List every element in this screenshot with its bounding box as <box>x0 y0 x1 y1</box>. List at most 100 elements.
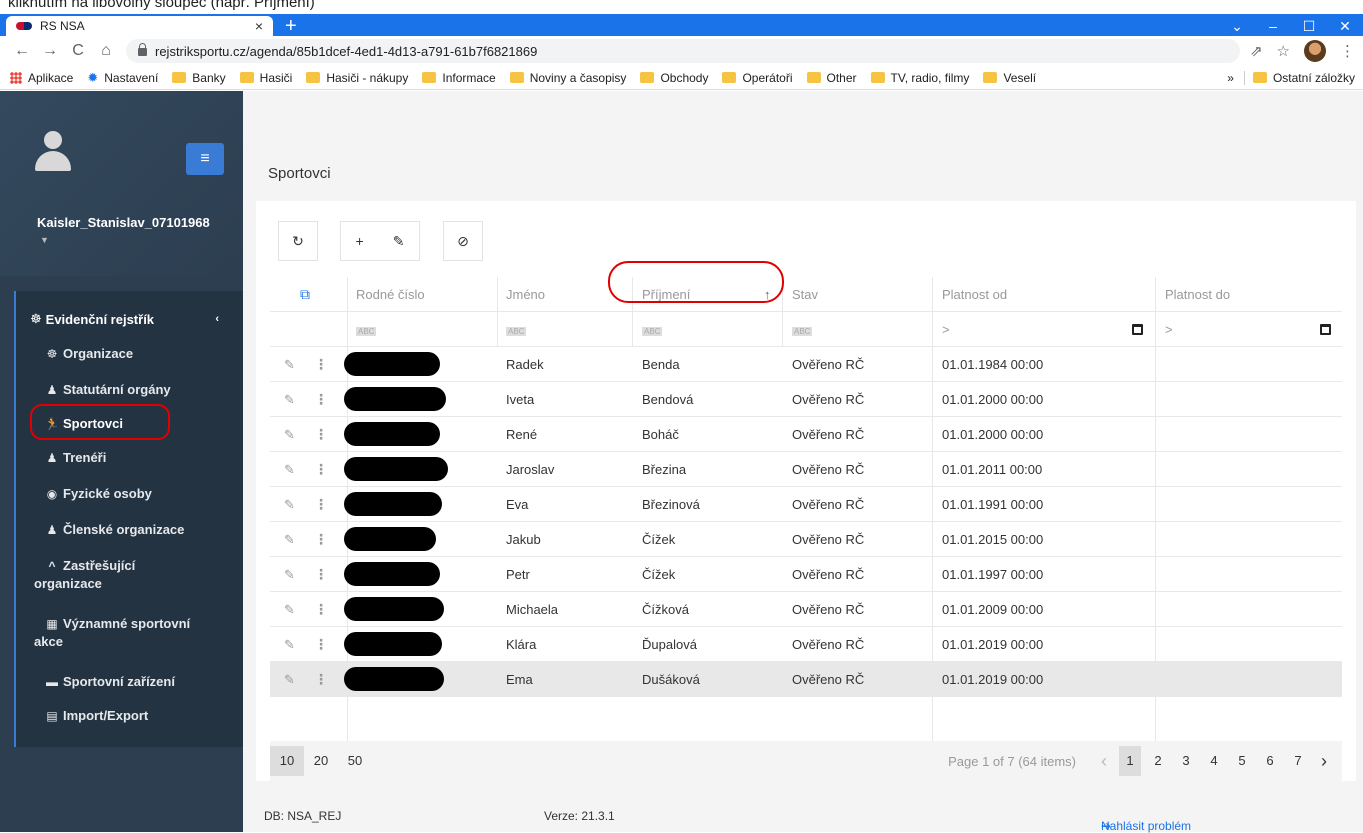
sidebar-item-clenske-organizace[interactable]: ♟ Členské organizace <box>44 521 234 539</box>
column-header-platnost-do[interactable]: Platnost do <box>1165 277 1230 312</box>
browser-tab[interactable]: RS NSA × <box>6 16 273 36</box>
sidebar-item-sportovni-zarizeni[interactable]: ▬ Sportovní zařízení <box>44 673 234 691</box>
row-menu-icon[interactable]: ⋮ <box>314 452 328 487</box>
bookmark-folder[interactable]: Veselí <box>983 71 1036 85</box>
add-icon[interactable]: + <box>356 233 364 249</box>
edit-pencil-icon[interactable]: ✎ <box>284 557 295 592</box>
table-row[interactable]: ✎ ⋮ Jakub Čížek Ověřeno RČ 01.01.2015 00:00 <box>270 522 1342 557</box>
row-menu-icon[interactable]: ⋮ <box>314 662 328 697</box>
bookmark-folder[interactable]: Noviny a časopisy <box>509 71 626 85</box>
star-icon[interactable]: ☆ <box>1277 42 1290 60</box>
page-4[interactable]: 4 <box>1203 746 1225 776</box>
column-header-stav[interactable]: Stav <box>792 277 818 312</box>
bookmark-folder[interactable]: Operátoři <box>722 71 793 85</box>
column-chooser-icon[interactable]: ⧉ <box>300 277 310 312</box>
hamburger-menu-button[interactable]: ≡ <box>186 143 224 175</box>
profile-avatar-icon[interactable] <box>1304 40 1326 62</box>
table-row[interactable]: ✎ ⋮ Iveta Bendová Ověřeno RČ 01.01.2000 00:00 <box>270 382 1342 417</box>
bookmark-apps[interactable]: Aplikace <box>10 71 73 85</box>
page-1[interactable]: 1 <box>1119 746 1141 776</box>
menu-dots-icon[interactable]: ⋮ <box>1340 42 1355 60</box>
column-header-jmeno[interactable]: Jméno <box>506 277 545 312</box>
row-menu-icon[interactable]: ⋮ <box>314 592 328 627</box>
row-menu-icon[interactable]: ⋮ <box>314 627 328 662</box>
edit-pencil-icon[interactable]: ✎ <box>284 627 295 662</box>
bookmark-folder[interactable]: Other <box>806 71 857 85</box>
page-size-10[interactable]: 10 <box>270 746 304 776</box>
edit-pencil-icon[interactable]: ✎ <box>284 417 295 452</box>
filter-stav[interactable]: ABC <box>792 312 813 347</box>
page-size-20[interactable]: 20 <box>304 746 338 776</box>
calendar-icon[interactable] <box>1132 312 1143 347</box>
table-row[interactable]: ✎ ⋮ Petr Čížek Ověřeno RČ 01.01.1997 00:00 <box>270 557 1342 592</box>
row-menu-icon[interactable]: ⋮ <box>314 522 328 557</box>
close-tab-icon[interactable]: × <box>255 18 263 34</box>
next-page-icon[interactable]: › <box>1312 751 1336 772</box>
edit-pencil-icon[interactable]: ✎ <box>284 347 295 382</box>
table-row[interactable]: ✎ ⋮ Michaela Čížková Ověřeno RČ 01.01.2009 00… <box>270 592 1342 627</box>
bookmark-folder[interactable]: Hasiči - nákupy <box>306 71 408 85</box>
column-header-platnost-od[interactable]: Platnost od <box>942 277 1007 312</box>
new-tab-button[interactable]: + <box>285 16 297 36</box>
filter-jmeno[interactable]: ABC <box>506 312 527 347</box>
sidebar-item-treneri[interactable]: ♟ Trenéři <box>44 449 234 467</box>
sidebar-item-zastresujici-organizace[interactable]: ^ Zastřešující organizace <box>34 557 234 593</box>
minimize-icon[interactable]: – <box>1255 14 1291 36</box>
bookmark-folder[interactable]: Hasiči <box>239 71 292 85</box>
page-3[interactable]: 3 <box>1175 746 1197 776</box>
caret-down-icon[interactable]: ▼ <box>40 235 49 245</box>
page-5[interactable]: 5 <box>1231 746 1253 776</box>
edit-pencil-icon[interactable]: ✎ <box>284 487 295 522</box>
bookmark-settings[interactable]: ✹ Nastavení <box>87 70 158 86</box>
sidebar-item-organizace[interactable]: ☸ Organizace <box>44 345 234 363</box>
table-row[interactable]: ✎ ⋮ Jaroslav Březina Ověřeno RČ 01.01.2011 00… <box>270 452 1342 487</box>
bookmark-folder[interactable]: Informace <box>422 71 496 85</box>
bookmark-folder[interactable]: Banky <box>172 71 226 85</box>
edit-pencil-icon[interactable]: ✎ <box>284 452 295 487</box>
user-name[interactable]: Kaisler_Stanislav_07101968 <box>37 215 210 230</box>
bookmark-other[interactable]: Ostatní záložky <box>1252 71 1355 85</box>
table-row[interactable]: ✎ ⋮ Radek Benda Ověřeno RČ 01.01.1984 00:00 <box>270 347 1342 382</box>
prev-page-icon[interactable]: ‹ <box>1092 751 1116 772</box>
table-row[interactable]: ✎ ⋮ Ema Dušáková Ověřeno RČ 01.01.2019 00:00 <box>270 662 1342 697</box>
close-window-icon[interactable]: ✕ <box>1327 14 1363 36</box>
filter-rodne-cislo[interactable]: ABC <box>356 312 377 347</box>
sidebar-item-fyzicke-osoby[interactable]: ◉ Fyzické osoby <box>44 485 234 503</box>
refresh-button[interactable]: ↻ <box>278 221 318 261</box>
page-7[interactable]: 7 <box>1287 746 1309 776</box>
edit-pencil-icon[interactable]: ✎ <box>284 662 295 697</box>
row-menu-icon[interactable]: ⋮ <box>314 557 328 592</box>
edit-pencil-icon[interactable]: ✎ <box>284 522 295 557</box>
row-menu-icon[interactable]: ⋮ <box>314 347 328 382</box>
table-row[interactable]: ✎ ⋮ Klára Ďupalová Ověřeno RČ 01.01.2019 00:0… <box>270 627 1342 662</box>
sidebar-root-item[interactable]: ☸ Evidenční rejstřík ‹ <box>16 291 243 327</box>
filter-platnost-do[interactable]: > <box>1165 312 1173 347</box>
edit-pencil-icon[interactable]: ✎ <box>284 382 295 417</box>
back-icon[interactable]: ← <box>8 42 36 60</box>
sidebar-item-statutarni-organy[interactable]: ♟ Statutární orgány <box>44 381 234 399</box>
more-bookmarks-button[interactable]: » <box>1227 71 1234 85</box>
row-menu-icon[interactable]: ⋮ <box>314 382 328 417</box>
filter-platnost-od[interactable]: > <box>942 312 950 347</box>
pencil-icon[interactable]: ✎ <box>393 233 405 250</box>
row-menu-icon[interactable]: ⋮ <box>314 417 328 452</box>
column-header-rodne-cislo[interactable]: Rodné číslo <box>356 277 425 312</box>
row-menu-icon[interactable]: ⋮ <box>314 487 328 522</box>
home-icon[interactable]: ⌂ <box>92 42 120 60</box>
edit-pencil-icon[interactable]: ✎ <box>284 592 295 627</box>
page-2[interactable]: 2 <box>1147 746 1169 776</box>
page-size-50[interactable]: 50 <box>338 746 372 776</box>
filter-prijmeni[interactable]: ABC <box>642 312 663 347</box>
table-row[interactable]: ✎ ⋮ René Boháč Ověřeno RČ 01.01.2000 00:00 <box>270 417 1342 452</box>
page-6[interactable]: 6 <box>1259 746 1281 776</box>
table-row[interactable]: ✎ ⋮ Eva Březinová Ověřeno RČ 01.01.1991 00:00 <box>270 487 1342 522</box>
share-icon[interactable]: ⇗ <box>1250 42 1263 60</box>
calendar-icon[interactable] <box>1320 312 1331 347</box>
reload-icon[interactable]: C <box>64 42 92 60</box>
bookmark-folder[interactable]: TV, radio, filmy <box>870 71 969 85</box>
maximize-icon[interactable]: ☐ <box>1291 14 1327 36</box>
bookmark-folder[interactable]: Obchody <box>640 71 708 85</box>
forward-icon[interactable]: → <box>36 42 64 60</box>
sidebar-item-vyznamne-akce[interactable]: ▦ Významné sportovní akce <box>34 615 234 651</box>
remove-user-button[interactable]: ⊘ <box>443 221 483 261</box>
